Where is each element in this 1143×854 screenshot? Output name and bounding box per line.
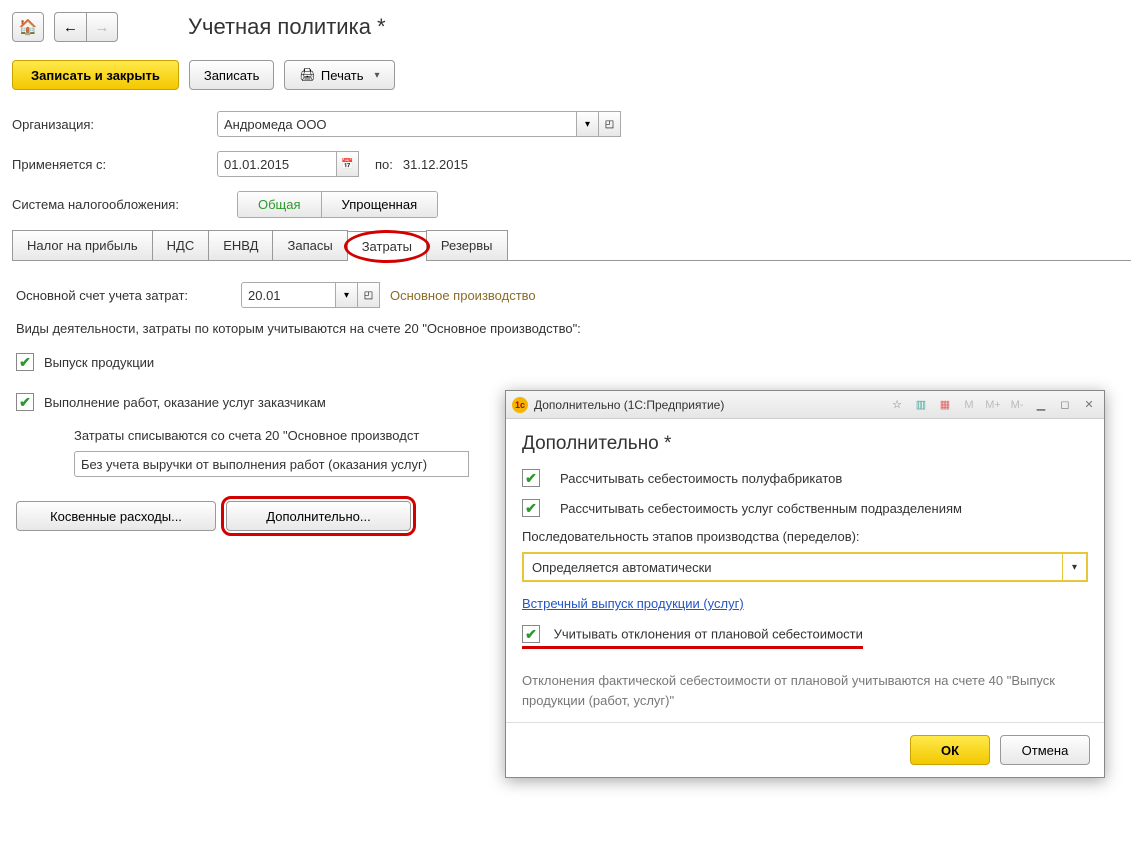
chk-works-label: Выполнение работ, оказание услуг заказчи… (44, 395, 326, 410)
seq-label: Последовательность этапов производства (… (522, 529, 1088, 544)
memory-mminus-button[interactable]: M- (1008, 396, 1026, 414)
applied-from-input[interactable]: 01.01.2015 (217, 151, 337, 177)
tab-stock[interactable]: Запасы (272, 230, 347, 260)
dialog-titlebar-text: Дополнительно (1С:Предприятие) (534, 398, 724, 412)
dialog-title: Дополнительно * (522, 433, 1088, 455)
writeoff-select[interactable]: Без учета выручки от выполнения работ (о… (74, 451, 469, 477)
save-close-button[interactable]: Записать и закрыть (12, 60, 179, 90)
applied-to-label: по: (375, 157, 393, 172)
home-icon: 🏠 (19, 18, 38, 36)
cancel-button[interactable]: Отмена (1000, 735, 1090, 765)
acct-input[interactable]: 20.01 (241, 282, 336, 308)
taxsys-toggle[interactable]: Общая Упрощенная (237, 191, 438, 218)
counter-output-link[interactable]: Встречный выпуск продукции (услуг) (522, 596, 744, 611)
back-button[interactable]: ← (54, 12, 86, 42)
taxsys-common[interactable]: Общая (238, 192, 321, 217)
tab-reserves[interactable]: Резервы (426, 230, 508, 260)
org-open-button[interactable]: ◰ (599, 111, 621, 137)
calendar-mini-icon[interactable]: ▦ (936, 396, 954, 414)
kinds-label: Виды деятельности, затраты по которым уч… (16, 321, 1127, 336)
additional-button[interactable]: Дополнительно... (226, 501, 411, 531)
org-label: Организация: (12, 117, 217, 132)
deviation-hint: Отклонения фактической себестоимости от … (522, 671, 1088, 710)
applied-label: Применяется с: (12, 157, 217, 172)
tab-profit[interactable]: Налог на прибыль (12, 230, 153, 260)
taxsys-label: Система налогообложения: (12, 197, 237, 212)
tab-costs[interactable]: Затраты (347, 231, 427, 261)
app-1c-icon: 1c (512, 397, 528, 413)
printer-icon: 🖨 (299, 67, 316, 83)
acct-label: Основной счет учета затрат: (16, 288, 241, 303)
chk-services[interactable]: ✔ (522, 499, 540, 517)
calendar-button[interactable]: 📅 (337, 151, 359, 177)
applied-to-value: 31.12.2015 (403, 157, 468, 172)
org-dropdown-button[interactable]: ▾ (577, 111, 599, 137)
arrow-right-icon: → (95, 19, 110, 36)
close-button[interactable]: ✕ (1080, 396, 1098, 414)
indirect-costs-button[interactable]: Косвенные расходы... (16, 501, 216, 531)
calendar-icon: 📅 (341, 159, 353, 170)
home-button[interactable]: 🏠 (12, 12, 44, 42)
memory-mplus-button[interactable]: M+ (984, 396, 1002, 414)
acct-open-button[interactable]: ◰ (358, 282, 380, 308)
chevron-down-icon[interactable]: ▾ (1062, 554, 1086, 580)
page-title: Учетная политика * (188, 14, 386, 40)
chk-output-label: Выпуск продукции (44, 355, 154, 370)
acct-desc: Основное производство (390, 288, 536, 303)
taxsys-simple[interactable]: Упрощенная (321, 192, 438, 217)
maximize-button[interactable]: ◻ (1056, 396, 1074, 414)
chk-works[interactable]: ✔ (16, 393, 34, 411)
tab-nds[interactable]: НДС (152, 230, 210, 260)
org-input[interactable]: Андромеда ООО (217, 111, 577, 137)
forward-button[interactable]: → (86, 12, 118, 42)
additional-dialog: 1c Дополнительно (1С:Предприятие) ☆ ▥ ▦ … (505, 390, 1105, 778)
chk-output[interactable]: ✔ (16, 353, 34, 371)
acct-dropdown-button[interactable]: ▾ (336, 282, 358, 308)
chk-deviation[interactable]: ✔ (522, 625, 540, 643)
chk-deviation-label: Учитывать отклонения от плановой себесто… (554, 627, 863, 642)
chk-semiproducts[interactable]: ✔ (522, 469, 540, 487)
calc-icon[interactable]: ▥ (912, 396, 930, 414)
ok-button[interactable]: ОК (910, 735, 990, 765)
tab-envd[interactable]: ЕНВД (208, 230, 273, 260)
tabs: Налог на прибыль НДС ЕНВД Запасы Затраты… (12, 230, 1131, 261)
favorite-icon[interactable]: ☆ (888, 396, 906, 414)
arrow-left-icon: ← (63, 19, 78, 36)
minimize-button[interactable]: ▁ (1032, 396, 1050, 414)
chk-semiproducts-label: Рассчитывать себестоимость полуфабрикато… (560, 471, 842, 486)
chk-services-label: Рассчитывать себестоимость услуг собстве… (560, 501, 962, 516)
print-button[interactable]: 🖨Печать (284, 60, 394, 90)
save-button[interactable]: Записать (189, 60, 275, 90)
memory-m-button[interactable]: M (960, 396, 978, 414)
seq-select[interactable]: Определяется автоматически ▾ (522, 552, 1088, 582)
